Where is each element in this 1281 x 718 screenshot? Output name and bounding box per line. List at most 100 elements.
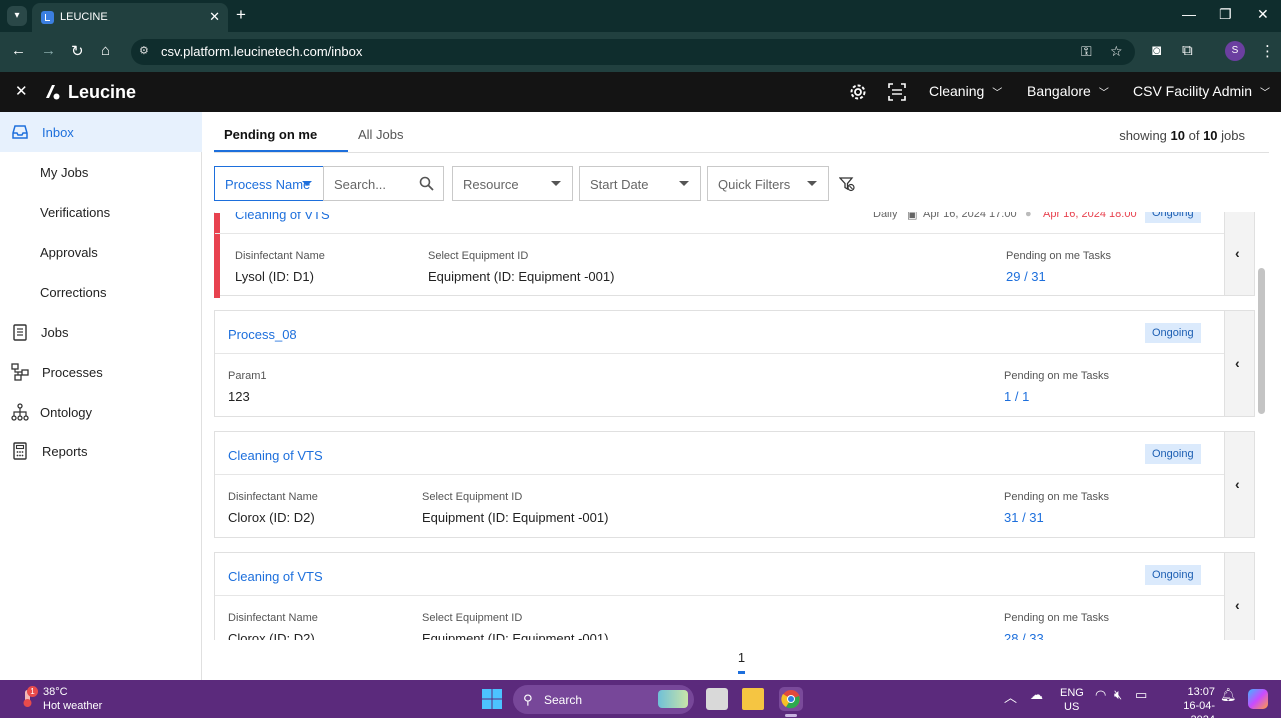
job-card[interactable]: Cleaning of VTS Ongoing Disinfectant Nam…	[214, 431, 1255, 538]
active-app-indicator	[785, 714, 797, 717]
start-date-select[interactable]: Start Date	[579, 166, 701, 201]
param-value: Equipment (ID: Equipment -001)	[422, 510, 609, 525]
job-list: Cleaning of VTS Daily ▣ Apr 16, 2024 17:…	[202, 212, 1281, 640]
sidebar-item-label: My Jobs	[40, 165, 89, 180]
job-card[interactable]: Cleaning of VTS Ongoing Disinfectant Nam…	[214, 552, 1255, 640]
app-logo-text: Leucine	[68, 82, 137, 102]
expand-card-button[interactable]: ‹	[1224, 432, 1254, 537]
sidebar-item-verifications[interactable]: Verifications	[0, 192, 202, 232]
pending-tasks-count[interactable]: 28 / 33	[1004, 631, 1044, 640]
scan-icon[interactable]	[888, 83, 906, 101]
weather-widget[interactable]: 1	[18, 686, 38, 709]
resource-select[interactable]: Resource	[452, 166, 573, 201]
quick-filters-select[interactable]: Quick Filters	[707, 166, 829, 201]
pending-tasks-count[interactable]: 1 / 1	[1004, 389, 1029, 404]
address-bar[interactable]: ⚙ csv.platform.leucinetech.com/inbox ⚿ ☆	[131, 39, 1135, 65]
status-badge: Ongoing	[1145, 444, 1201, 464]
job-title-link[interactable]: Cleaning of VTS	[228, 448, 323, 463]
use-case-dropdown[interactable]: Cleaning ﹀	[929, 83, 1002, 99]
expand-card-button[interactable]: ‹	[1224, 553, 1254, 640]
sidebar-item-my-jobs[interactable]: My Jobs	[0, 152, 202, 192]
param-value: Equipment (ID: Equipment -001)	[428, 269, 615, 284]
window-close-icon[interactable]: ✕	[1257, 6, 1269, 23]
restore-icon[interactable]: ❐	[1219, 6, 1232, 23]
language-secondary[interactable]: US	[1064, 701, 1079, 713]
extensions-icon[interactable]: ⧉	[1182, 42, 1193, 59]
search-icon[interactable]	[419, 176, 434, 191]
search-box[interactable]: Search...	[323, 166, 444, 201]
job-card[interactable]: Cleaning of VTS Daily ▣ Apr 16, 2024 17:…	[214, 212, 1255, 298]
site-info-icon[interactable]: ⚙	[139, 44, 153, 58]
status-badge: Ongoing	[1145, 565, 1201, 585]
chrome-app-icon[interactable]	[779, 687, 803, 711]
process-name-select[interactable]: Process Name	[214, 166, 324, 201]
sidebar-item-reports[interactable]: Reports	[0, 431, 202, 471]
settings-gear-icon[interactable]	[849, 83, 867, 101]
language-primary[interactable]: ENG	[1060, 687, 1084, 699]
sidebar-item-approvals[interactable]: Approvals	[0, 232, 202, 272]
sidebar-item-label: Ontology	[40, 405, 93, 420]
password-key-icon[interactable]: ⚿	[1081, 43, 1092, 60]
browser-menu-icon[interactable]: ⋮	[1260, 42, 1275, 60]
clear-filter-icon[interactable]	[839, 176, 855, 192]
caret-down-icon	[807, 181, 817, 186]
new-tab-button[interactable]: +	[236, 5, 246, 25]
pending-tasks-count[interactable]: 31 / 31	[1004, 510, 1044, 525]
browser-tab[interactable]: LEUCINE ✕	[32, 3, 228, 32]
tab-pending-on-me[interactable]: Pending on me	[224, 127, 317, 142]
onedrive-cloud-icon[interactable]: ☁	[1030, 687, 1043, 703]
expand-card-button[interactable]: ‹	[1224, 212, 1254, 295]
pending-tasks-count[interactable]: 29 / 31	[1006, 269, 1046, 284]
expand-card-button[interactable]: ‹	[1224, 311, 1254, 416]
copilot-icon[interactable]	[1248, 689, 1268, 709]
use-case-label: Cleaning	[929, 83, 985, 99]
weather-description[interactable]: Hot weather	[43, 700, 102, 712]
sidebar-item-ontology[interactable]: Ontology	[0, 392, 202, 432]
sidebar-item-jobs[interactable]: Jobs	[0, 312, 202, 352]
card-divider	[215, 595, 1225, 596]
role-dropdown[interactable]: CSV Facility Admin ﹀	[1133, 83, 1270, 99]
list-scrollbar-thumb[interactable]	[1258, 268, 1265, 414]
pending-tasks-label: Pending on me Tasks	[1006, 250, 1111, 262]
tab-all-jobs[interactable]: All Jobs	[358, 127, 404, 142]
home-icon[interactable]: ⌂	[101, 42, 110, 59]
taskbar-search[interactable]: ⚲ Search	[513, 685, 694, 714]
results-count-prefix: showing	[1119, 128, 1171, 143]
job-title-link[interactable]: Process_08	[228, 327, 297, 342]
sidebar-item-inbox[interactable]: Inbox	[0, 112, 202, 152]
card-divider	[215, 233, 1225, 234]
job-end-time: Apr 16, 2024 18:00	[1043, 212, 1137, 220]
job-title-link[interactable]: Cleaning of VTS	[228, 569, 323, 584]
url-text[interactable]: csv.platform.leucinetech.com/inbox	[161, 44, 362, 59]
pagination-page-1[interactable]: 1	[733, 650, 750, 665]
file-explorer-icon[interactable]	[742, 688, 764, 710]
camera-extension-icon[interactable]: ◙	[1152, 42, 1161, 59]
notification-bell-icon[interactable]: 🔔︎	[1220, 687, 1237, 703]
forward-icon[interactable]: →	[41, 42, 56, 59]
search-input[interactable]: Search...	[334, 177, 386, 192]
sidebar-item-label: Reports	[42, 444, 88, 459]
profile-avatar[interactable]: S	[1225, 41, 1245, 61]
taskbar-clock[interactable]: 13:07 16-04-2024	[1159, 685, 1215, 718]
volume-mute-icon[interactable]: 🔇︎	[1114, 687, 1122, 703]
sidebar-item-processes[interactable]: Processes	[0, 352, 202, 392]
reload-icon[interactable]: ↻	[71, 42, 84, 60]
minimize-icon[interactable]: —	[1182, 6, 1196, 22]
facility-dropdown[interactable]: Bangalore ﹀	[1027, 83, 1109, 99]
battery-icon[interactable]: ▭	[1135, 687, 1147, 703]
windows-start-icon[interactable]	[482, 689, 502, 709]
bookmark-star-icon[interactable]: ☆	[1110, 43, 1123, 60]
close-tab-icon[interactable]: ✕	[209, 9, 220, 25]
sidebar-item-label: Processes	[42, 365, 103, 380]
task-view-icon[interactable]	[706, 688, 728, 710]
tab-search-button[interactable]: ▾	[7, 6, 27, 26]
job-card[interactable]: Process_08 Ongoing Param1 123 Pending on…	[214, 310, 1255, 417]
close-menu-icon[interactable]: ✕	[15, 82, 28, 100]
job-title-link[interactable]: Cleaning of VTS	[235, 212, 330, 222]
weather-temperature[interactable]: 38°C	[43, 686, 68, 698]
sidebar-item-corrections[interactable]: Corrections	[0, 272, 202, 312]
tray-overflow-icon[interactable]: ︿	[1004, 687, 1017, 706]
wifi-icon[interactable]: ◠	[1095, 687, 1106, 703]
clock-time: 13:07	[1187, 686, 1215, 698]
back-icon[interactable]: ←	[11, 42, 26, 59]
